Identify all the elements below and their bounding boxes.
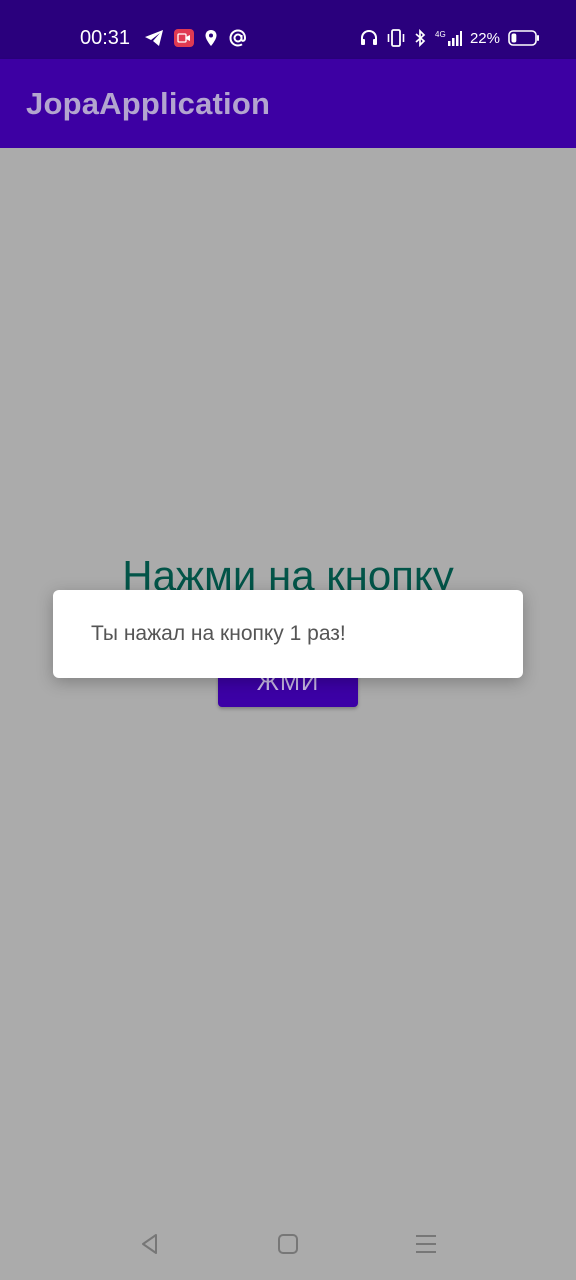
- app-title: JopaApplication: [26, 85, 271, 121]
- home-square-icon: [277, 1233, 299, 1260]
- menu-lines-icon: [415, 1233, 437, 1260]
- location-icon: [204, 29, 218, 47]
- screen-record-icon: [174, 29, 195, 47]
- signal-icon: 4G: [434, 29, 462, 47]
- nav-back-button[interactable]: [132, 1228, 168, 1264]
- battery-icon: [508, 30, 540, 46]
- bluetooth-icon: [414, 29, 426, 47]
- battery-percent: 22%: [469, 29, 500, 47]
- nav-home-button[interactable]: [270, 1228, 306, 1264]
- app-bar: JopaApplication: [0, 59, 576, 148]
- nav-recents-button[interactable]: [408, 1228, 444, 1264]
- status-time: 00:31: [80, 26, 131, 49]
- main-content: Нажми на кнопку ЖМИ: [0, 148, 576, 1210]
- svg-text:4G: 4G: [435, 30, 446, 39]
- vibrate-icon: [386, 29, 406, 47]
- back-triangle-icon: [139, 1233, 161, 1260]
- headphones-icon: [360, 29, 378, 47]
- toast-message: Ты нажал на кнопку 1 раз!: [91, 622, 346, 645]
- at-sign-icon: [228, 28, 248, 48]
- status-bar: 00:31 4G 22%: [0, 0, 576, 59]
- toast-popup: Ты нажал на кнопку 1 раз!: [53, 590, 523, 678]
- telegram-icon: [144, 29, 164, 47]
- navigation-bar: [0, 1210, 576, 1280]
